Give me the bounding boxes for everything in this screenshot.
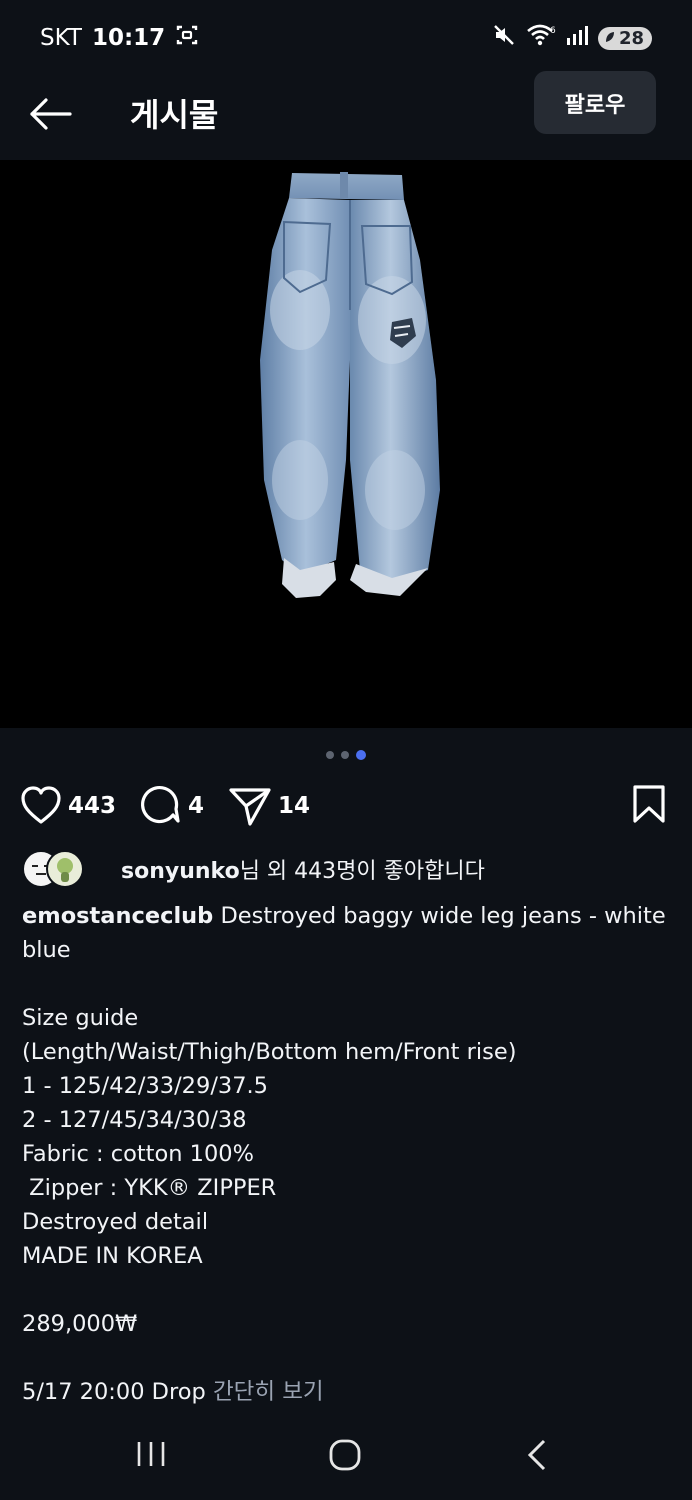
- like-count: 443: [68, 793, 117, 819]
- character-icon: [57, 858, 73, 882]
- arrow-left-icon: [30, 98, 72, 130]
- liked-by-suffix: 님 외 443명이 좋아합니다: [239, 859, 485, 884]
- liker-username[interactable]: sonyunko: [121, 859, 240, 884]
- save-button[interactable]: [632, 784, 666, 828]
- carousel-dot: [341, 751, 349, 759]
- bookmark-icon: [633, 785, 665, 823]
- avatar: [46, 850, 84, 888]
- liked-by-row[interactable]: sonyunko님 외 443명이 좋아합니다: [22, 849, 682, 889]
- recents-icon: [137, 1442, 165, 1466]
- carousel-dot: [326, 751, 334, 759]
- carrier-label: SKT: [40, 25, 82, 51]
- battery-saver-icon: [604, 28, 616, 49]
- status-left: SKT 10:17: [40, 24, 199, 52]
- back-button[interactable]: [28, 94, 74, 134]
- like-button[interactable]: 443: [20, 786, 116, 826]
- liked-by-text: sonyunko님 외 443명이 좋아합니다: [121, 853, 485, 885]
- clock: 10:17: [91, 25, 166, 51]
- home-icon: [329, 1439, 361, 1471]
- collapse-caption-link[interactable]: 간단히 보기: [213, 1379, 324, 1405]
- post-caption: emostanceclub Destroyed baggy wide leg j…: [22, 899, 672, 1409]
- caption-body: Size guide (Length/Waist/Thigh/Bottom he…: [22, 1005, 517, 1405]
- battery-level: 28: [618, 27, 644, 49]
- chevron-left-icon: [527, 1439, 546, 1471]
- recent-apps-button[interactable]: [134, 1438, 168, 1474]
- carousel-dot-active: [356, 750, 366, 760]
- signal-icon: [566, 24, 588, 52]
- battery-indicator: 28: [597, 26, 652, 50]
- comment-icon: [141, 785, 180, 824]
- caption-username[interactable]: emostanceclub: [22, 903, 213, 929]
- post-action-bar: 443 4 14: [20, 782, 672, 830]
- liker-avatars: [22, 850, 88, 888]
- share-count: 14: [278, 793, 311, 819]
- system-navigation-bar: [0, 1420, 692, 1500]
- jeans-photo: [260, 172, 440, 598]
- share-button[interactable]: 14: [228, 786, 310, 826]
- post-image[interactable]: [0, 160, 692, 728]
- top-app-bar: 게시물 팔로우: [0, 70, 692, 160]
- follow-button[interactable]: 팔로우: [534, 71, 656, 134]
- wifi-icon: 6: [526, 23, 556, 53]
- svg-text:6: 6: [550, 26, 556, 36]
- mute-icon: [492, 23, 516, 53]
- status-right: 6 28: [492, 23, 652, 53]
- screenshot-icon: [175, 24, 199, 52]
- home-button[interactable]: [328, 1438, 362, 1476]
- carousel-indicator: [0, 750, 692, 760]
- status-bar: SKT 10:17 6 28: [0, 0, 692, 76]
- comment-button[interactable]: 4: [140, 785, 204, 827]
- heart-icon: [21, 786, 61, 824]
- system-back-button[interactable]: [524, 1438, 552, 1476]
- comment-count: 4: [188, 793, 205, 819]
- page-title: 게시물: [130, 96, 219, 134]
- send-icon: [229, 788, 271, 826]
